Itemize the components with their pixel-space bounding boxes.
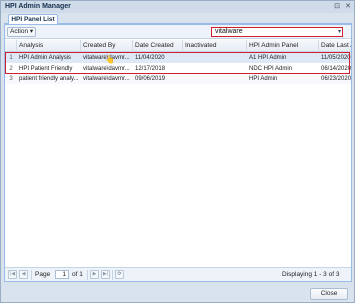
column-header-date-last[interactable]: Date Last Ac xyxy=(319,40,351,52)
table-row[interactable]: 1 HPI Admin Analysis vitalware\davmr... … xyxy=(5,53,351,63)
cell-date-last: 11/05/2020 xyxy=(321,55,351,61)
page-label: Page xyxy=(35,271,51,278)
previous-page-icon[interactable]: ◀ xyxy=(19,270,28,279)
row-number: 3 xyxy=(9,76,13,82)
title-bar: HPI Admin Manager ⊡ ✕ xyxy=(1,1,354,13)
row-number: 2 xyxy=(9,66,13,72)
window-title: HPI Admin Manager xyxy=(5,3,71,10)
cell-analysis: HPI Admin Analysis xyxy=(19,55,72,61)
last-page-icon[interactable]: ▶| xyxy=(101,270,110,279)
toolbar: Action ▾ vitalware ▾ xyxy=(5,25,351,39)
row-number: 1 xyxy=(9,55,13,61)
column-header-created-by[interactable]: Created By xyxy=(81,40,133,52)
pager-separator xyxy=(87,270,88,280)
cell-inactivated xyxy=(183,64,247,74)
display-count-text: Displaying 1 - 3 of 3 xyxy=(282,271,340,278)
mouse-cursor-icon: 👆 xyxy=(105,55,115,64)
column-header-rownum xyxy=(5,40,17,52)
first-page-icon[interactable]: |◀ xyxy=(8,270,17,279)
cell-inactivated xyxy=(183,74,247,84)
next-page-icon[interactable]: ▶ xyxy=(90,270,99,279)
cell-date-last: 06/14/2020 xyxy=(321,66,351,72)
column-header-analysis[interactable]: Analysis xyxy=(17,40,81,52)
filter-input[interactable]: vitalware xyxy=(215,28,243,36)
chevron-down-icon[interactable]: ▾ xyxy=(338,28,341,36)
cell-date-created: 11/04/2020 xyxy=(135,55,165,61)
cell-date-created: 09/06/2019 xyxy=(135,76,166,82)
grid-header: Analysis Created By Date Created Inactiv… xyxy=(5,40,351,52)
close-button[interactable]: Close xyxy=(310,288,348,300)
column-header-date-created[interactable]: Date Created xyxy=(133,40,183,52)
cell-inactivated xyxy=(183,53,247,63)
paging-toolbar: |◀ ◀ Page 1 of 1 ▶ ▶| ⟳ Displaying 1 - 3… xyxy=(5,267,351,281)
column-header-inactivated[interactable]: Inactivated xyxy=(183,40,247,52)
cell-hpi-admin-panel: HPI Admin xyxy=(249,76,278,82)
column-header-hpi-admin-panel[interactable]: HPI Admin Panel xyxy=(247,40,319,52)
action-menu-button[interactable]: Action ▾ xyxy=(7,27,37,37)
cell-created-by: vitalware\davmr... xyxy=(83,66,130,72)
tab-strip: HPI Panel List xyxy=(4,13,352,24)
cell-analysis: patient friendly analy... xyxy=(19,76,79,82)
cell-hpi-admin-panel: A1 HPI Admin xyxy=(249,55,287,61)
cell-analysis: HPI Patient Friendly xyxy=(19,66,73,72)
page-count-label: of 1 xyxy=(72,271,83,278)
tab-hpi-panel-list[interactable]: HPI Panel List xyxy=(8,14,58,24)
close-icon[interactable]: ✕ xyxy=(344,3,352,11)
restore-icon[interactable]: ⊡ xyxy=(333,3,341,11)
table-row[interactable]: 3 patient friendly analy... vitalware\da… xyxy=(5,74,351,84)
refresh-icon[interactable]: ⟳ xyxy=(115,270,124,279)
page-number-input[interactable]: 1 xyxy=(55,270,69,279)
pager-separator xyxy=(31,270,32,280)
filter-combobox[interactable]: vitalware ▾ xyxy=(211,27,343,37)
cell-date-last: 06/23/2020 xyxy=(321,76,351,82)
hpi-admin-manager-window: HPI Admin Manager ⊡ ✕ HPI Panel List Act… xyxy=(0,0,355,303)
cell-hpi-admin-panel: NDC HPI Admin xyxy=(249,66,293,72)
table-row[interactable]: 2 HPI Patient Friendly vitalware\davmr..… xyxy=(5,64,351,74)
cell-created-by: vitalware\davmr... xyxy=(83,76,130,82)
pager-separator xyxy=(112,270,113,280)
hpi-panel-list-panel: Action ▾ vitalware ▾ Analysis Created By… xyxy=(4,24,352,282)
cell-date-created: 12/17/2018 xyxy=(135,66,166,72)
